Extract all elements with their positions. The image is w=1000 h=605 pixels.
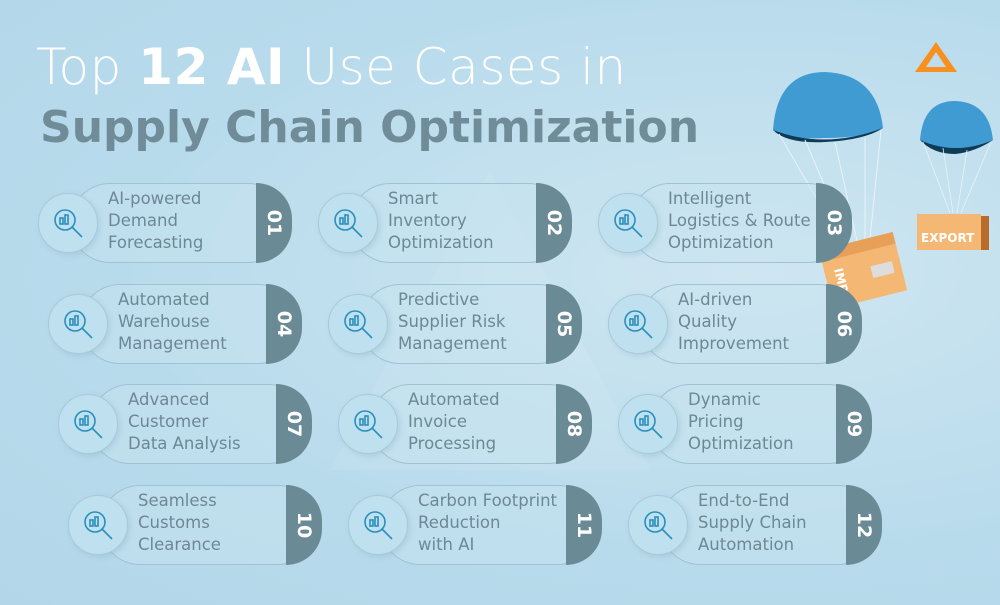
- card-number-badge: 05: [546, 284, 582, 364]
- card-number: 11: [573, 511, 595, 539]
- card-number-badge: 06: [826, 284, 862, 364]
- card-label: Advanced Customer Data Analysis: [128, 390, 241, 453]
- card-label: Carbon Footprint Reduction with AI: [418, 491, 558, 554]
- card-number: 04: [273, 310, 295, 338]
- card-label: Seamless Customs Clearance: [138, 491, 221, 554]
- card-label: Smart Inventory Optimization: [388, 189, 494, 252]
- card-label: Predictive Supplier Risk Management: [398, 290, 507, 353]
- clipboard-box-icon: [68, 495, 128, 555]
- use-case-card-11: 11 Carbon Footprint Reduction with AI: [348, 485, 602, 565]
- card-number-badge: 08: [556, 384, 592, 464]
- card-number-badge: 01: [256, 183, 292, 263]
- card-number: 03: [823, 209, 845, 237]
- card-number-badge: 10: [286, 485, 322, 565]
- use-case-card-08: 08 Automated Invoice Processing: [338, 384, 592, 464]
- card-number-badge: 09: [836, 384, 872, 464]
- warehouse-icon: [48, 294, 108, 354]
- card-number: 07: [283, 410, 305, 438]
- use-case-card-02: 02 Smart Inventory Optimization: [318, 183, 572, 263]
- brand-logo-icon: [915, 42, 957, 72]
- card-number: 10: [293, 511, 315, 539]
- hand-truck-icon: [598, 193, 658, 253]
- network-cube-icon: [628, 495, 688, 555]
- card-number: 02: [543, 209, 565, 237]
- invoice-dollar-icon: [338, 394, 398, 454]
- title-line-2: Supply Chain Optimization: [40, 102, 700, 153]
- card-label: Intelligent Logistics & Route Optimizati…: [668, 189, 811, 252]
- card-number-badge: 04: [266, 284, 302, 364]
- use-case-card-12: 12 End-to-End Supply Chain Automation: [628, 485, 882, 565]
- price-tags-icon: [618, 394, 678, 454]
- card-label: AI-driven Quality Improvement: [678, 290, 789, 353]
- export-parachute-icon: EXPORT: [917, 101, 993, 250]
- card-number: 01: [263, 209, 285, 237]
- card-label: End-to-End Supply Chain Automation: [698, 491, 807, 554]
- card-number: 06: [833, 310, 855, 338]
- use-case-card-05: 05 Predictive Supplier Risk Management: [328, 284, 582, 364]
- card-number-badge: 12: [846, 485, 882, 565]
- card-number-badge: 02: [536, 183, 572, 263]
- use-case-card-07: 07 Advanced Customer Data Analysis: [58, 384, 312, 464]
- analysis-icon: [58, 394, 118, 454]
- use-case-card-04: 04 Automated Warehouse Management: [48, 284, 302, 364]
- card-number: 05: [553, 310, 575, 338]
- boxes-phone-icon: [318, 193, 378, 253]
- title-line-1: Top 12 AI Use Cases in: [36, 38, 627, 96]
- ai-brain-icon: [608, 294, 668, 354]
- card-number-badge: 07: [276, 384, 312, 464]
- use-case-card-03: 03 Intelligent Logistics & Route Optimiz…: [598, 183, 852, 263]
- use-case-card-09: 09 Dynamic Pricing Optimization: [618, 384, 872, 464]
- use-case-card-06: 06 AI-driven Quality Improvement: [608, 284, 862, 364]
- cloud-arrows-icon: [348, 495, 408, 555]
- magnifier-chart-icon: [38, 193, 98, 253]
- checklist-warning-icon: [328, 294, 388, 354]
- use-case-card-01: 01 AI-powered Demand Forecasting: [38, 183, 292, 263]
- card-number: 09: [843, 410, 865, 438]
- svg-text:EXPORT: EXPORT: [921, 231, 975, 245]
- card-label: Automated Invoice Processing: [408, 390, 500, 453]
- card-number: 08: [563, 410, 585, 438]
- card-label: Dynamic Pricing Optimization: [688, 390, 794, 453]
- card-number-badge: 03: [816, 183, 852, 263]
- card-number: 12: [853, 511, 875, 539]
- card-label: AI-powered Demand Forecasting: [108, 189, 204, 252]
- card-label: Automated Warehouse Management: [118, 290, 227, 353]
- card-number-badge: 11: [566, 485, 602, 565]
- use-case-card-10: 10 Seamless Customs Clearance: [68, 485, 322, 565]
